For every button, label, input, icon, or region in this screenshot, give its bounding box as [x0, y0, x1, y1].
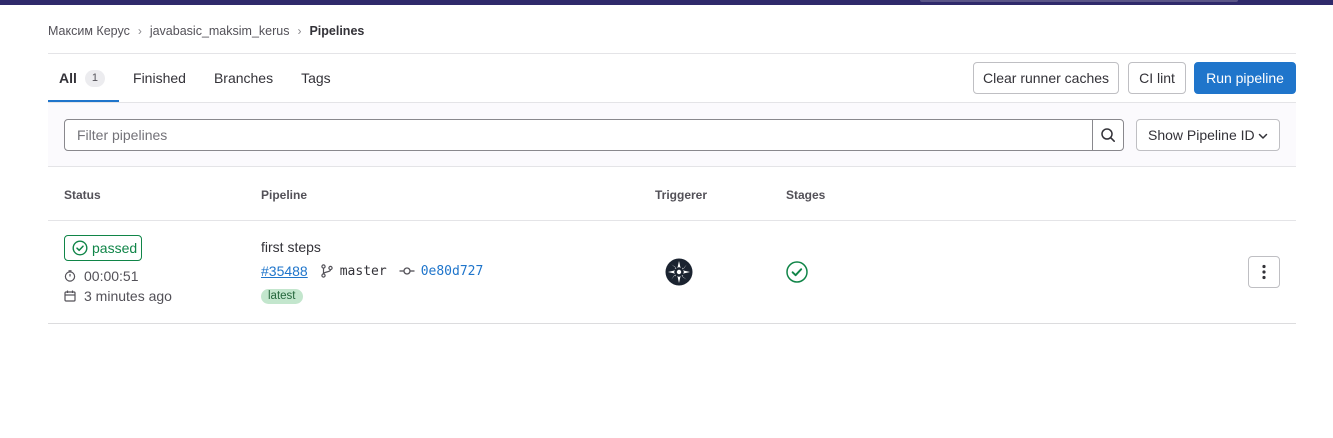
tab-all[interactable]: All 1	[48, 54, 120, 102]
tab-finished-label: Finished	[133, 70, 186, 86]
row-actions-button[interactable]	[1248, 256, 1280, 288]
duration-value: 00:00:51	[84, 268, 139, 284]
clear-runner-caches-button[interactable]: Clear runner caches	[973, 62, 1119, 94]
finished-time-value: 3 minutes ago	[84, 288, 172, 304]
tab-all-label: All	[59, 70, 77, 86]
tab-tags[interactable]: Tags	[287, 54, 345, 102]
show-pipeline-id-label: Show Pipeline ID	[1148, 127, 1255, 143]
status-label: passed	[92, 240, 138, 256]
breadcrumb-separator-icon: ›	[137, 24, 142, 38]
run-pipeline-button[interactable]: Run pipeline	[1194, 62, 1296, 94]
duration: 00:00:51	[64, 268, 139, 284]
breadcrumb: Максим Керус › javabasic_maksim_kerus › …	[48, 22, 364, 40]
filter-placeholder: Filter pipelines	[77, 127, 168, 143]
ellipsis-v-icon	[1262, 264, 1266, 280]
filter-search-button[interactable]	[1092, 119, 1124, 151]
branch-ref[interactable]: master	[320, 264, 387, 279]
breadcrumb-user[interactable]: Максим Керус	[48, 24, 130, 38]
column-header-pipeline: Pipeline	[261, 188, 308, 202]
pipeline-commit-title[interactable]: first steps	[261, 239, 321, 255]
chevron-down-icon	[1258, 133, 1268, 139]
timer-icon	[64, 270, 76, 282]
tab-all-count-badge: 1	[84, 69, 106, 87]
commit-sha: 0e80d727	[420, 263, 484, 279]
breadcrumb-separator-icon: ›	[297, 24, 302, 38]
calendar-icon	[64, 290, 76, 302]
pipeline-id-link[interactable]: #35488	[261, 263, 308, 279]
commit-ref[interactable]: 0e80d727	[399, 263, 484, 279]
pipeline-tabs: All 1 Finished Branches Tags	[48, 54, 345, 102]
top-search-bar[interactable]	[920, 0, 1238, 2]
ci-lint-button[interactable]: CI lint	[1128, 62, 1186, 94]
table-row-divider	[48, 323, 1296, 324]
table-header-divider	[48, 220, 1296, 221]
branch-name: master	[339, 263, 387, 279]
search-icon	[1101, 128, 1115, 142]
tab-branches[interactable]: Branches	[200, 54, 287, 102]
column-header-triggerer: Triggerer	[655, 188, 708, 202]
breadcrumb-project[interactable]: javabasic_maksim_kerus	[150, 24, 290, 38]
branch-icon	[321, 264, 333, 278]
filter-pipelines-input[interactable]: Filter pipelines	[64, 119, 1093, 151]
pipeline-refs: #35488 master 0e80d727	[261, 262, 483, 280]
status-badge[interactable]: passed	[64, 235, 142, 261]
stage-success-icon[interactable]	[786, 261, 808, 283]
column-header-stages: Stages	[786, 188, 826, 202]
show-pipeline-id-dropdown[interactable]: Show Pipeline ID	[1136, 119, 1280, 151]
finished-time: 3 minutes ago	[64, 288, 172, 304]
commit-icon	[399, 267, 415, 275]
status-success-icon	[72, 240, 88, 256]
latest-badge: latest	[261, 289, 303, 304]
breadcrumb-current-page: Pipelines	[309, 24, 365, 38]
column-header-status: Status	[64, 188, 101, 202]
tab-branches-label: Branches	[213, 70, 274, 86]
filter-bar: Filter pipelines Show Pipeline ID	[48, 103, 1296, 167]
top-navigation-bar	[0, 0, 1333, 5]
avatar[interactable]	[664, 257, 694, 287]
tab-tags-label: Tags	[301, 70, 331, 86]
tab-finished[interactable]: Finished	[119, 54, 200, 102]
